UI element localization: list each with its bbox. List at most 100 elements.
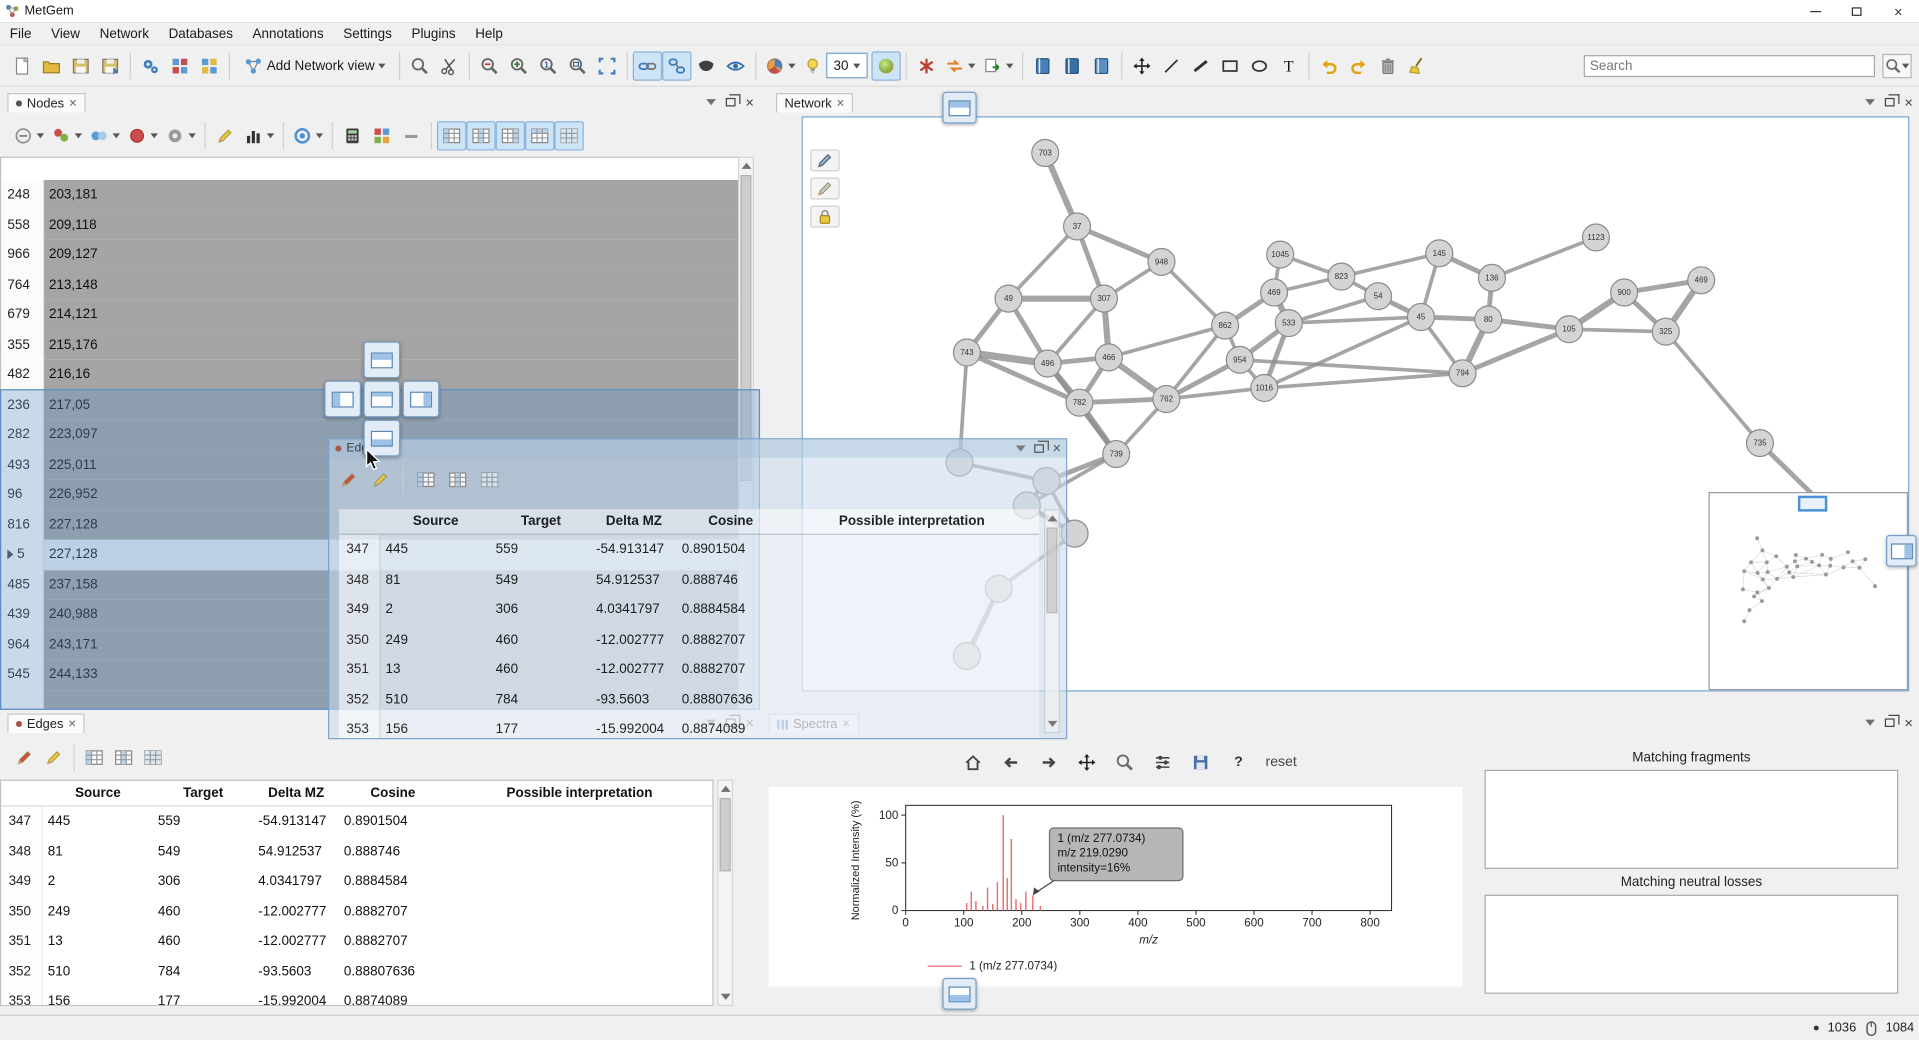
cell-interpretation[interactable] (447, 807, 713, 837)
column-header-target[interactable]: Target (491, 509, 591, 533)
cell-delta-mz[interactable]: -93.5603 (591, 685, 677, 715)
network-node[interactable]: 900 (1611, 279, 1638, 306)
link-selection-toggle[interactable] (633, 51, 662, 80)
edges-table-row[interactable]: 347445559-54.9131470.8901504 (339, 535, 1039, 565)
row-header[interactable]: 764 (1, 270, 44, 300)
network-node[interactable]: 307 (1090, 285, 1117, 312)
mz-parent-cell[interactable]: 203,181 (44, 180, 738, 210)
search-button[interactable] (1882, 53, 1911, 77)
cell-delta-mz[interactable]: -15.992004 (591, 715, 677, 739)
freeze-columns-button[interactable] (443, 465, 472, 494)
cell-interpretation[interactable] (785, 535, 1040, 565)
undo-button[interactable] (1315, 51, 1344, 80)
pixmap-column-button[interactable] (162, 121, 200, 150)
menu-settings[interactable]: Settings (333, 23, 401, 44)
move-tool-button[interactable] (1128, 51, 1157, 80)
home-button[interactable] (958, 748, 987, 777)
formula-button[interactable] (338, 121, 367, 150)
cell-target[interactable]: 460 (153, 897, 253, 927)
highlight-red-button[interactable] (334, 465, 363, 494)
pen-draw-button[interactable] (810, 177, 839, 199)
edges-table-row[interactable]: 35113460-12.0027770.8882707 (339, 655, 1039, 685)
import-group-mapping-button[interactable] (195, 51, 224, 80)
save-as-button[interactable] (95, 51, 124, 80)
row-header[interactable]: 349 (1, 867, 43, 897)
matching-fragments-list[interactable] (1485, 770, 1899, 869)
edges-table-row[interactable]: 3488154954.9125370.888746 (1, 837, 712, 867)
pen-select-button[interactable] (810, 149, 839, 171)
cell-interpretation[interactable] (447, 867, 713, 897)
cell-cosine[interactable]: 0.888746 (339, 837, 447, 867)
menu-databases[interactable]: Databases (159, 23, 243, 44)
import-metadata-button[interactable] (165, 51, 194, 80)
cell-interpretation[interactable] (447, 926, 713, 956)
network-node[interactable]: 739 (1103, 441, 1130, 468)
cell-cosine[interactable]: 0.88807636 (677, 685, 785, 715)
edges-table-row[interactable]: 353156177-15.9920040.8874089 (1, 986, 712, 1006)
ellipse-tool-button[interactable] (1245, 51, 1274, 80)
unfreeze-columns-button[interactable] (496, 121, 525, 150)
nodes-table-row[interactable]: 679214,121 (1, 300, 738, 330)
database-button-3[interactable] (1087, 51, 1116, 80)
collapse-button[interactable] (397, 121, 426, 150)
cell-cosine[interactable]: 0.8884584 (677, 595, 785, 625)
row-header[interactable]: 353 (1, 986, 43, 1006)
network-node[interactable]: 54 (1365, 283, 1392, 310)
menu-annotations[interactable]: Annotations (243, 23, 334, 44)
cell-source[interactable]: 510 (381, 685, 491, 715)
close-button[interactable]: × (1877, 0, 1919, 23)
freeze-columns-button[interactable] (466, 121, 495, 150)
database-button-1[interactable] (1028, 51, 1057, 80)
cell-interpretation[interactable] (447, 956, 713, 986)
save-project-button[interactable] (66, 51, 95, 80)
float-dock-button[interactable] (1885, 98, 1895, 107)
network-node[interactable]: 794 (1449, 360, 1476, 387)
row-header[interactable]: 351 (1, 926, 43, 956)
cell-cosine[interactable]: 0.8882707 (339, 926, 447, 956)
text-tool-button[interactable]: T (1274, 51, 1303, 80)
network-node[interactable]: 469 (1261, 279, 1288, 306)
cell-cosine[interactable]: 0.8882707 (677, 625, 785, 655)
network-node[interactable]: 45 (1407, 304, 1434, 331)
curate-button[interactable] (435, 51, 464, 80)
cell-delta-mz[interactable]: 4.0341797 (253, 867, 339, 897)
freeze-rows-button[interactable] (525, 121, 554, 150)
cell-source[interactable]: 510 (43, 956, 153, 986)
network-node[interactable]: 496 (1034, 350, 1061, 377)
restore-table-button[interactable] (475, 465, 504, 494)
cell-source[interactable]: 2 (381, 595, 491, 625)
cell-delta-mz[interactable]: -54.913147 (591, 535, 677, 565)
cell-delta-mz[interactable]: 54.912537 (591, 565, 677, 595)
network-node[interactable]: 703 (1032, 140, 1059, 167)
row-header[interactable]: 350 (1, 897, 43, 927)
highlight-column-button[interactable] (211, 121, 240, 150)
process-file-button[interactable] (136, 51, 165, 80)
row-header[interactable]: 349 (339, 595, 381, 625)
restore-table-button[interactable] (554, 121, 583, 150)
cell-cosine[interactable]: 0.8901504 (677, 535, 785, 565)
network-node[interactable]: 533 (1275, 310, 1302, 337)
network-node[interactable]: 80 (1475, 306, 1502, 333)
close-dock-button[interactable]: × (1904, 717, 1913, 729)
help-button[interactable]: ? (1224, 748, 1253, 777)
row-header[interactable]: 353 (339, 715, 381, 739)
matching-neutral-losses-list[interactable] (1485, 895, 1899, 994)
cell-cosine[interactable]: 0.8884584 (339, 867, 447, 897)
network-node[interactable]: 105 (1556, 316, 1583, 343)
cell-interpretation[interactable] (785, 625, 1040, 655)
cell-delta-mz[interactable]: -54.913147 (253, 807, 339, 837)
search-input[interactable] (1584, 54, 1875, 76)
node-size-combo[interactable]: 30 (799, 51, 872, 80)
dock-guide-center[interactable] (363, 381, 400, 418)
pan-button[interactable] (1072, 748, 1101, 777)
cell-target[interactable]: 559 (153, 807, 253, 837)
node-size-combo-value[interactable]: 30 (826, 53, 868, 79)
zoom-in-button[interactable] (504, 51, 533, 80)
row-header[interactable]: 248 (1, 180, 44, 210)
cell-interpretation[interactable] (447, 986, 713, 1006)
redo-button[interactable] (1344, 51, 1373, 80)
column-header-delta-mz[interactable]: Delta MZ (591, 509, 677, 533)
hide-items-button[interactable] (692, 51, 721, 80)
cell-source[interactable]: 2 (43, 867, 153, 897)
cell-cosine[interactable]: 0.888746 (677, 565, 785, 595)
